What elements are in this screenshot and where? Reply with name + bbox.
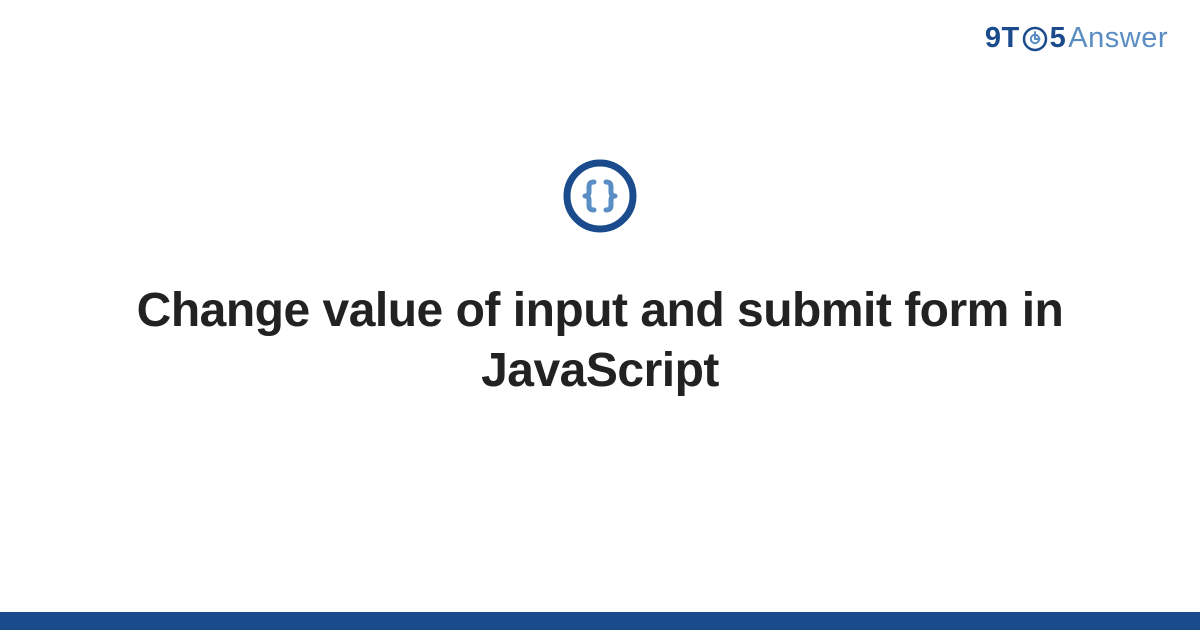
braces-icon bbox=[563, 159, 637, 233]
footer-bar bbox=[0, 612, 1200, 630]
main-content: Change value of input and submit form in… bbox=[0, 0, 1200, 630]
page-title: Change value of input and submit form in… bbox=[100, 281, 1100, 401]
